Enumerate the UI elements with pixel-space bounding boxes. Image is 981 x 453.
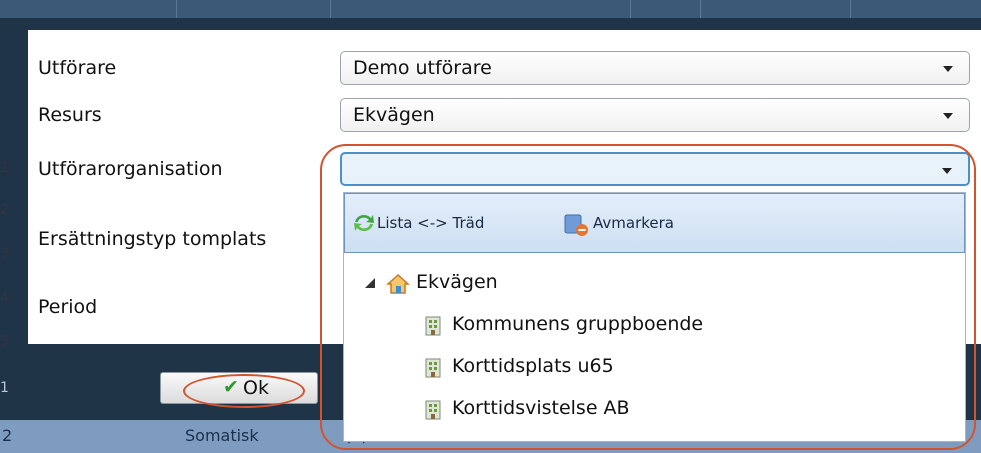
table-column-divider (850, 0, 851, 18)
highlight-ring-dropdown (320, 144, 976, 450)
resurs-label: Resurs (38, 104, 102, 126)
period-label: Period (38, 296, 98, 318)
category-cell: Somatisk (185, 426, 259, 445)
utforare-select[interactable]: Demo utförare (340, 51, 970, 85)
table-column-divider (330, 0, 331, 18)
utforarorganisation-label: Utförarorganisation (38, 158, 223, 180)
resurs-value: Ekvägen (353, 104, 435, 126)
utforare-value: Demo utförare (353, 57, 492, 79)
background-table-header (0, 0, 981, 18)
highlight-ring-ok (183, 374, 305, 408)
chevron-down-icon (943, 66, 953, 72)
ersattningstyp-label: Ersättningstyp tomplats (38, 228, 267, 250)
table-column-divider (176, 0, 177, 18)
table-column-divider (700, 0, 701, 18)
utforare-label: Utförare (38, 57, 117, 79)
row-index: 2 (2, 426, 13, 445)
resurs-select[interactable]: Ekvägen (340, 98, 970, 132)
table-column-divider (630, 0, 631, 18)
chevron-down-icon (943, 113, 953, 119)
